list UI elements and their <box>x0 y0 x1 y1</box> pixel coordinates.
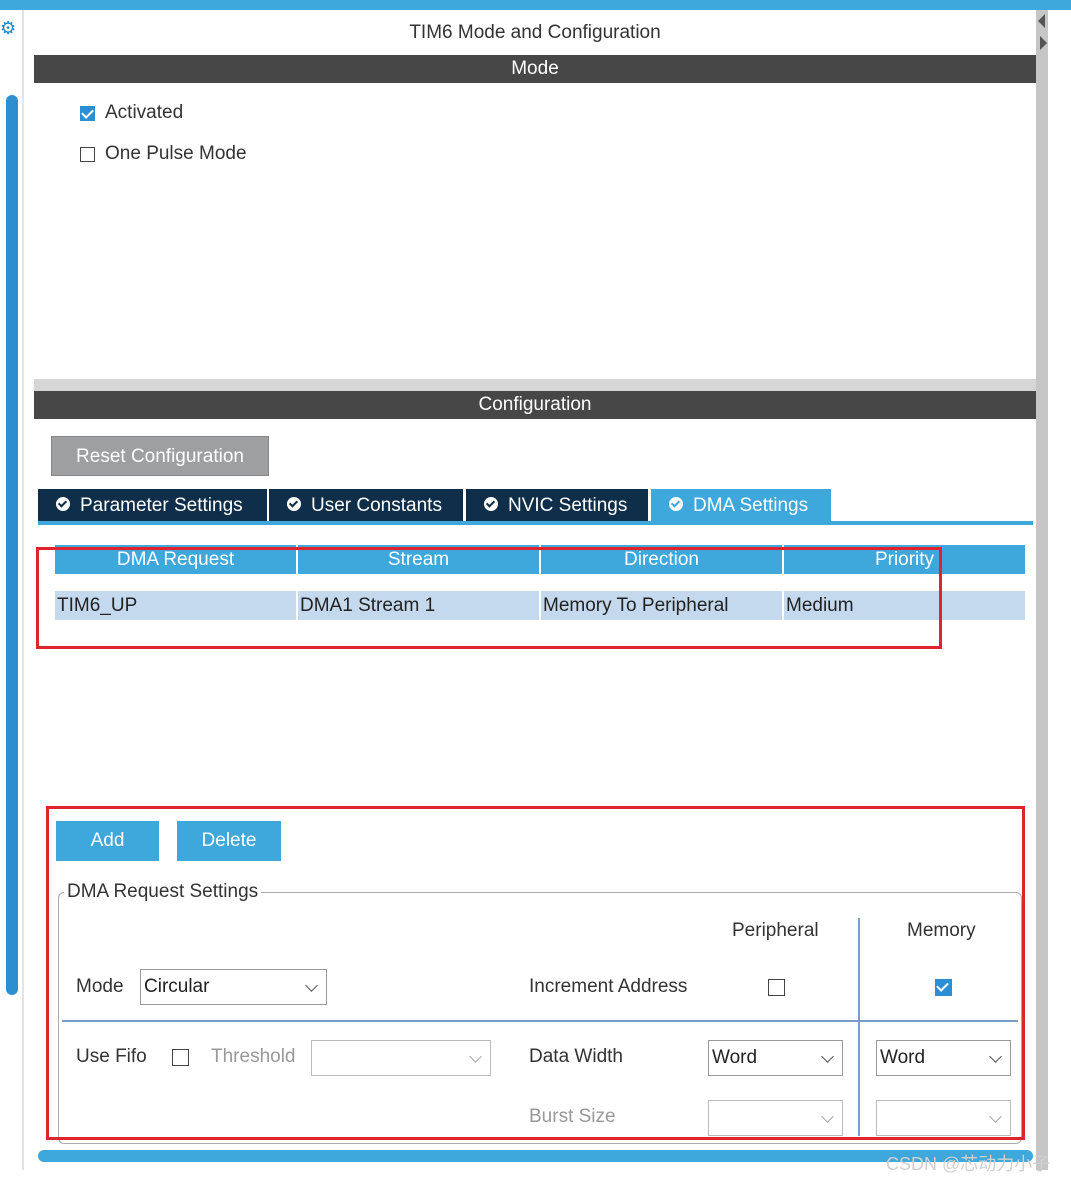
tab-label: NVIC Settings <box>508 495 628 516</box>
activated-label: Activated <box>105 102 184 123</box>
check-circle-icon <box>287 497 301 512</box>
configuration-header: Configuration <box>34 391 1036 419</box>
tab-user-constants[interactable]: User Constants <box>269 489 463 522</box>
tab-parameter-settings[interactable]: Parameter Settings <box>38 489 267 522</box>
activated-checkbox[interactable] <box>80 106 95 121</box>
tab-underline <box>38 521 1033 525</box>
left-scrollbar[interactable] <box>6 95 18 995</box>
section-divider[interactable] <box>34 379 1036 391</box>
tab-dma-settings[interactable]: DMA Settings <box>651 489 831 522</box>
check-circle-icon <box>669 497 683 512</box>
expand-right-icon[interactable] <box>1040 36 1047 50</box>
one-pulse-checkbox[interactable] <box>80 147 95 162</box>
gear-icon[interactable]: ⚙ <box>0 18 16 38</box>
top-accent-bar <box>0 0 1071 10</box>
one-pulse-label: One Pulse Mode <box>105 143 247 164</box>
tab-nvic-settings[interactable]: NVIC Settings <box>466 489 648 522</box>
mode-header: Mode <box>34 55 1036 83</box>
collapse-left-icon[interactable] <box>1038 14 1045 28</box>
highlight-box-table <box>36 547 942 649</box>
tab-label: User Constants <box>311 495 442 516</box>
check-circle-icon <box>56 497 70 512</box>
tab-label: DMA Settings <box>693 495 809 516</box>
bottom-scrollbar[interactable] <box>38 1150 1033 1162</box>
right-scrollbar[interactable] <box>1036 10 1048 1170</box>
watermark-text: CSDN @芯动力小子 <box>886 1154 1051 1174</box>
tab-label: Parameter Settings <box>80 495 243 516</box>
left-divider <box>22 10 24 1170</box>
reset-configuration-button[interactable]: Reset Configuration <box>51 436 269 476</box>
check-circle-icon <box>484 497 498 512</box>
highlight-box-settings <box>46 806 1025 1140</box>
panel-title: TIM6 Mode and Configuration <box>409 22 661 43</box>
